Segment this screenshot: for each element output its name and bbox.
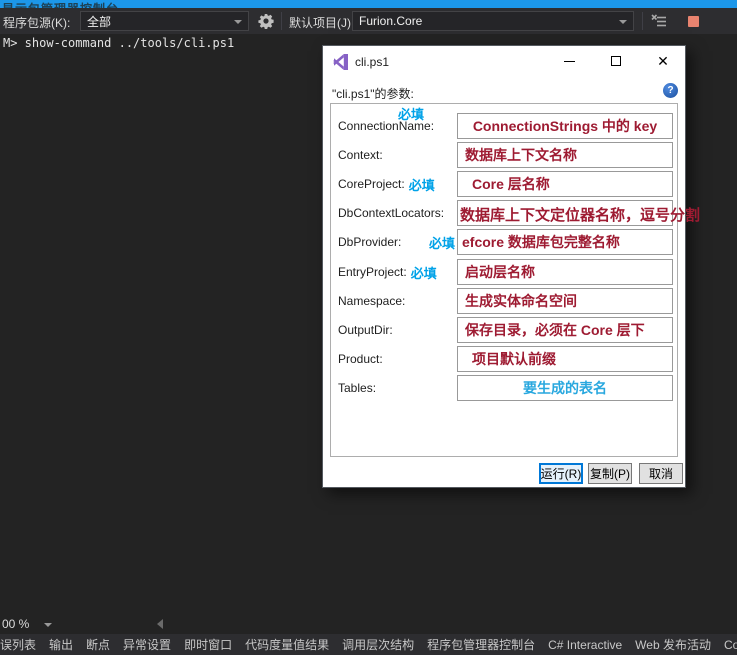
maximize-button[interactable]	[600, 46, 632, 76]
namespace-input[interactable]: 生成实体命名空间	[457, 288, 673, 314]
package-source-label: 程序包源(K):	[3, 14, 70, 31]
field-value: 要生成的表名	[458, 378, 672, 398]
scroll-left-icon[interactable]	[157, 619, 163, 629]
tab-output[interactable]: 输出	[49, 636, 73, 653]
default-project-label: 默认项目(J):	[289, 14, 354, 31]
tab-error-list[interactable]: 误列表	[0, 636, 36, 653]
close-icon: ✕	[657, 54, 669, 68]
required-badge: 必填	[429, 233, 455, 252]
stop-icon[interactable]	[688, 16, 699, 27]
field-label: DbProvider:	[338, 235, 401, 249]
tab-csharp-interactive[interactable]: C# Interactive	[548, 638, 622, 652]
tab-truncated[interactable]: Co	[724, 638, 737, 652]
tab-immediate-window[interactable]: 即时窗口	[184, 636, 232, 653]
required-badge: 必填	[409, 175, 435, 194]
cli-ps1-dialog: cli.ps1 ✕ "cli.ps1"的参数: ? 必填 ConnectionN…	[322, 45, 686, 488]
dialog-titlebar[interactable]: cli.ps1 ✕	[323, 46, 685, 78]
run-button[interactable]: 运行(R)	[539, 463, 583, 484]
form-row-coreproject: CoreProject: 必填 Core 层名称	[338, 171, 673, 197]
maximize-icon	[611, 56, 621, 66]
form-row-connectionname: ConnectionName: ConnectionStrings 中的 key	[338, 113, 673, 139]
chevron-down-icon[interactable]	[44, 623, 52, 627]
form-row-context: Context: 数据库上下文名称	[338, 142, 673, 168]
field-value: 启动层名称	[458, 262, 535, 282]
field-label: Tables:	[338, 381, 376, 395]
tab-exception-settings[interactable]: 异常设置	[123, 636, 171, 653]
copy-button[interactable]: 复制(P)	[588, 463, 632, 484]
field-value: ConnectionStrings 中的 key	[458, 116, 672, 136]
clear-console-icon[interactable]	[651, 13, 667, 29]
cancel-button[interactable]: 取消	[639, 463, 683, 484]
product-input[interactable]: 项目默认前缀	[457, 346, 673, 372]
field-label: Context:	[338, 148, 383, 162]
close-button[interactable]: ✕	[647, 46, 679, 76]
zoom-level[interactable]: 00 %	[2, 617, 29, 631]
gear-icon[interactable]	[258, 13, 274, 29]
field-label: Product:	[338, 352, 383, 366]
editor-zoom-row: 00 %	[0, 615, 737, 633]
help-icon[interactable]: ?	[663, 83, 678, 98]
required-badge: 必填	[398, 104, 424, 123]
toolbar-separator	[281, 12, 282, 30]
field-value: 项目默认前缀	[458, 349, 556, 369]
minimize-button[interactable]	[553, 46, 585, 76]
field-label: Namespace:	[338, 294, 405, 308]
form-row-entryproject: EntryProject: 必填 启动层名称	[338, 259, 673, 285]
field-label: DbContextLocators:	[338, 206, 444, 220]
tab-web-publish-activity[interactable]: Web 发布活动	[635, 636, 711, 653]
dialog-subtitle: "cli.ps1"的参数:	[332, 85, 414, 102]
minimize-icon	[564, 61, 575, 62]
tab-call-hierarchy[interactable]: 调用层次结构	[342, 636, 414, 653]
package-source-value: 全部	[87, 13, 111, 30]
field-value: Core 层名称	[458, 174, 550, 194]
dbprovider-input[interactable]: efcore 数据库包完整名称	[457, 229, 673, 255]
tab-breakpoints[interactable]: 断点	[86, 636, 110, 653]
field-value: 生成实体命名空间	[458, 291, 577, 311]
coreproject-input[interactable]: Core 层名称	[457, 171, 673, 197]
form-row-namespace: Namespace: 生成实体命名空间	[338, 288, 673, 314]
entryproject-input[interactable]: 启动层名称	[457, 259, 673, 285]
default-project-dropdown[interactable]: Furion.Core	[352, 11, 634, 31]
field-label: EntryProject:	[338, 265, 407, 279]
outputdir-input[interactable]: 保存目录，必须在 Core 层下	[457, 317, 673, 343]
field-label: OutputDir:	[338, 323, 393, 337]
context-input[interactable]: 数据库上下文名称	[457, 142, 673, 168]
console-prompt[interactable]: M> show-command ../tools/cli.ps1	[3, 36, 234, 50]
default-project-value: Furion.Core	[359, 14, 422, 28]
dialog-title: cli.ps1	[355, 55, 389, 69]
package-source-dropdown[interactable]: 全部	[80, 11, 249, 31]
vs-window: 显示包管理器控制台 程序包源(K): 全部 默认项目(J): Furion.Co…	[0, 0, 737, 655]
visual-studio-icon	[333, 54, 349, 70]
dbcontextlocators-input[interactable]: 数据库上下文定位器名称，逗号分割	[457, 200, 673, 226]
tab-code-metrics[interactable]: 代码度量值结果	[245, 636, 329, 653]
field-value: 保存目录，必须在 Core 层下	[458, 320, 645, 340]
form-row-dbprovider: DbProvider: 必填 efcore 数据库包完整名称	[338, 229, 673, 255]
window-title-strip: 显示包管理器控制台	[0, 0, 737, 8]
connectionname-input[interactable]: ConnectionStrings 中的 key	[457, 113, 673, 139]
bottom-panel-tabs: 误列表 输出 断点 异常设置 即时窗口 代码度量值结果 调用层次结构 程序包管理…	[0, 634, 737, 655]
chevron-down-icon	[234, 20, 242, 24]
required-badge: 必填	[411, 263, 437, 282]
form-row-product: Product: 项目默认前缀	[338, 346, 673, 372]
window-title-text: 显示包管理器控制台	[2, 0, 119, 8]
package-manager-toolbar: 程序包源(K): 全部 默认项目(J): Furion.Core	[0, 8, 737, 34]
field-label: CoreProject:	[338, 177, 405, 191]
chevron-down-icon	[619, 20, 627, 24]
form-row-outputdir: OutputDir: 保存目录，必须在 Core 层下	[338, 317, 673, 343]
field-value: efcore 数据库包完整名称	[458, 232, 620, 252]
field-value: 数据库上下文名称	[458, 145, 577, 165]
toolbar-separator	[642, 12, 643, 30]
field-value: 数据库上下文定位器名称，逗号分割	[460, 204, 700, 225]
tables-input[interactable]: 要生成的表名	[457, 375, 673, 401]
form-row-dbcontextlocators: DbContextLocators: 数据库上下文定位器名称，逗号分割	[338, 200, 673, 226]
tab-package-manager-console[interactable]: 程序包管理器控制台	[427, 636, 535, 653]
form-row-tables: Tables: 要生成的表名	[338, 375, 673, 401]
